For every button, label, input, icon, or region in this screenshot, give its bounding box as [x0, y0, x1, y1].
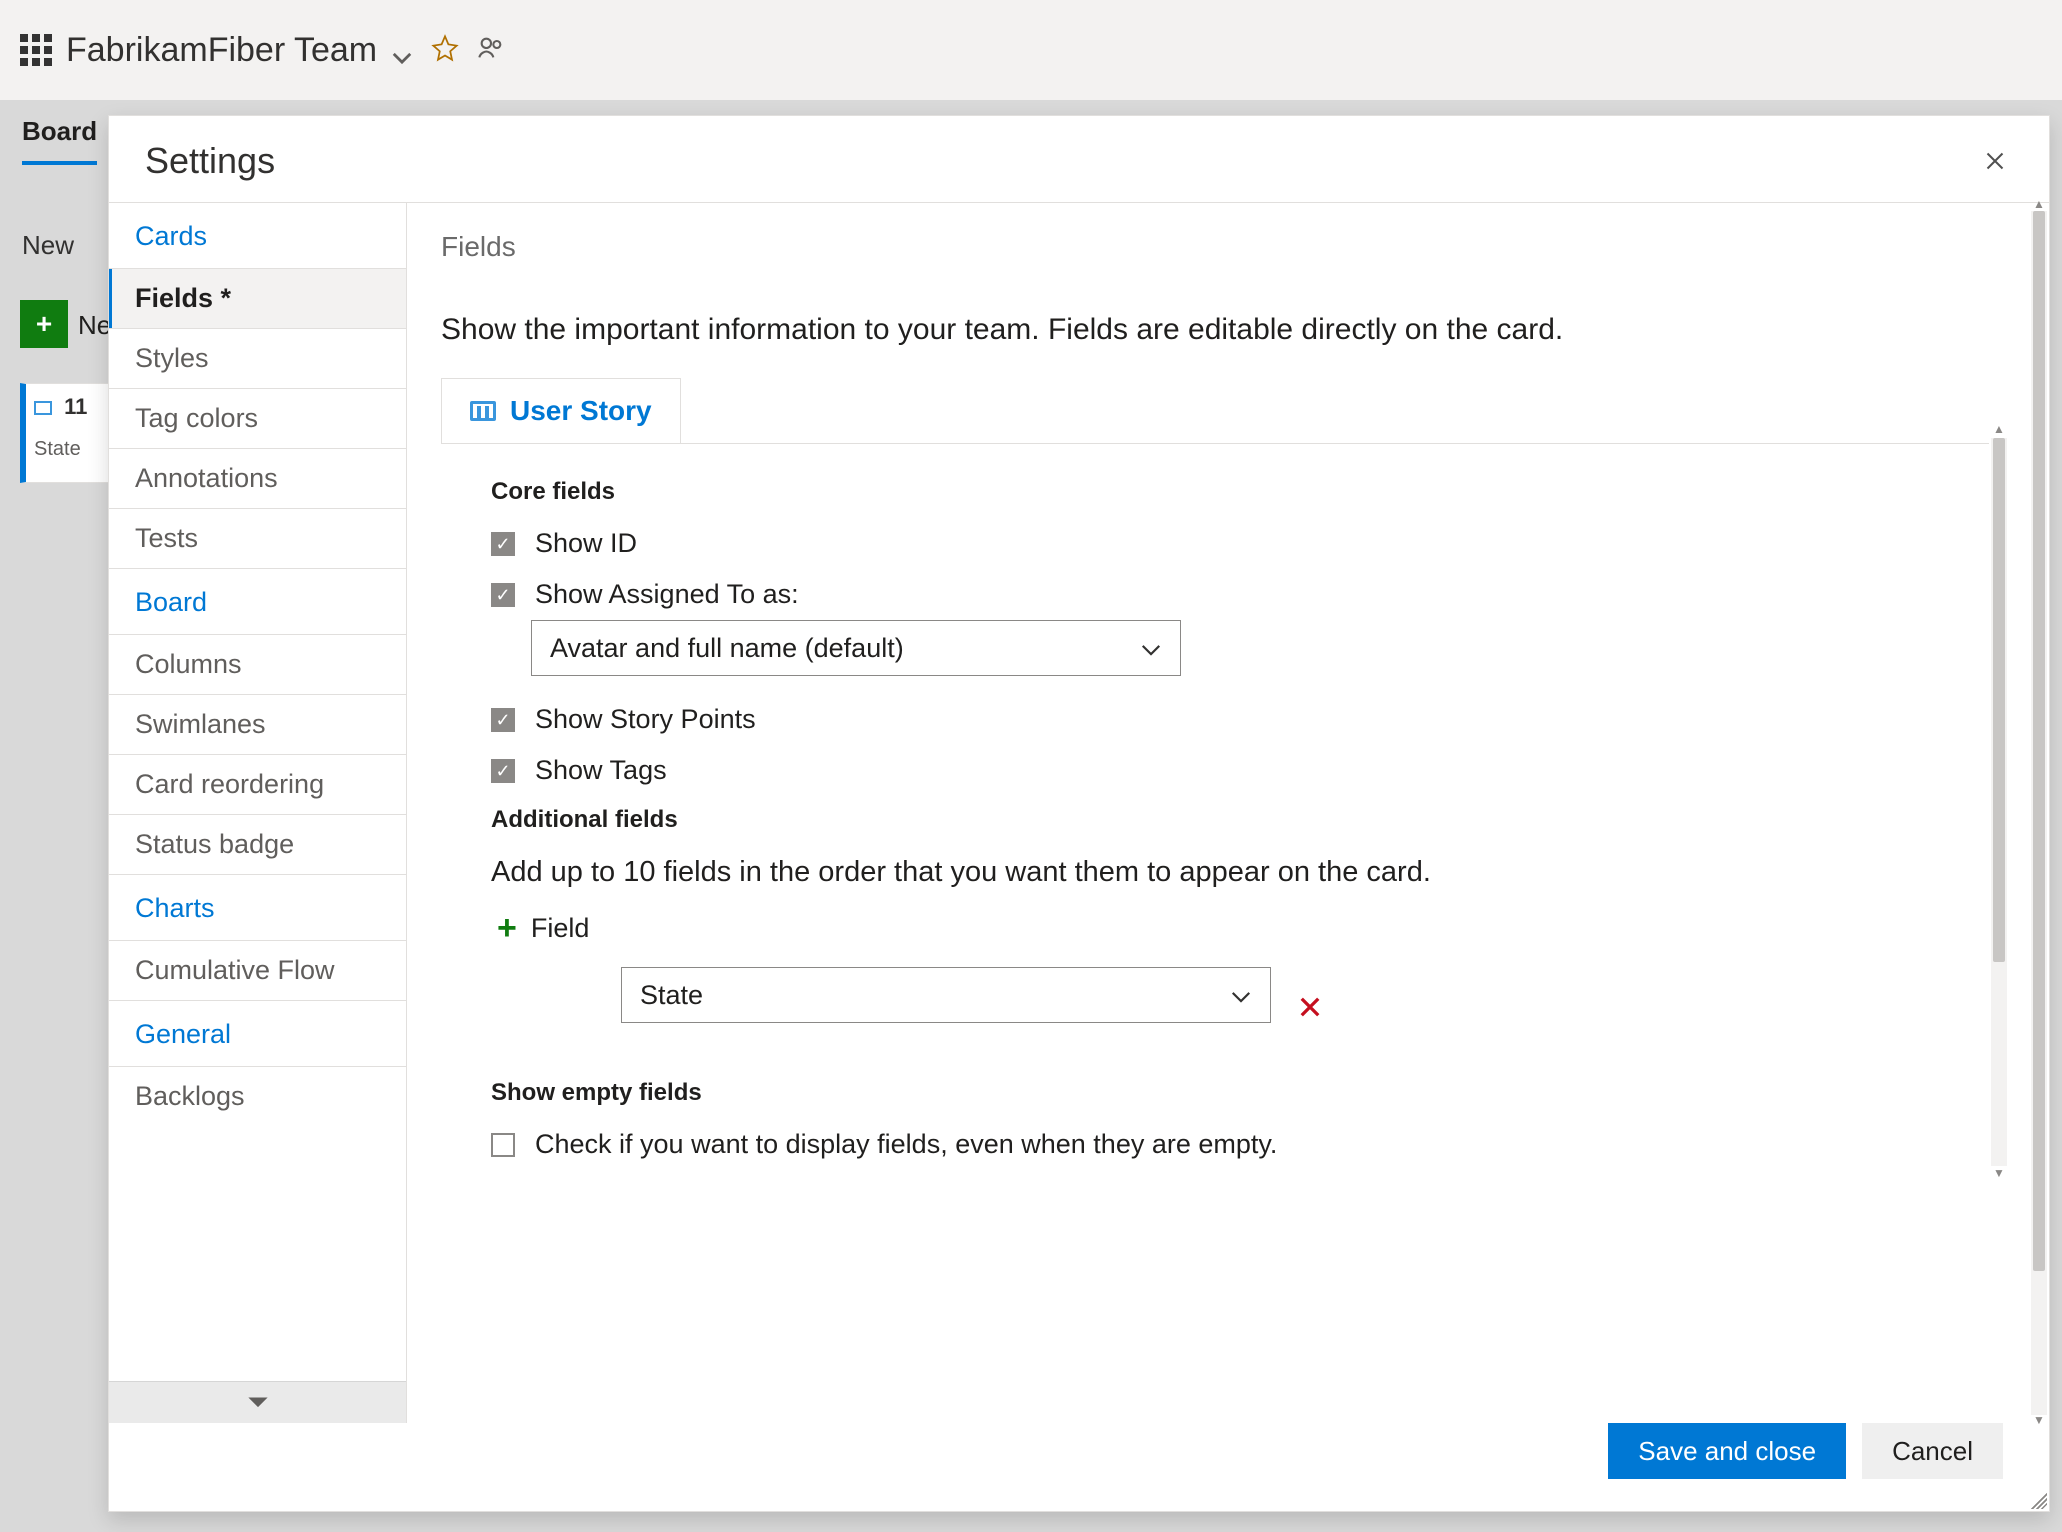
additional-fields-description: Add up to 10 fields in the order that yo…	[491, 856, 1989, 889]
tab-board[interactable]: Board	[22, 110, 97, 165]
scroll-down-icon: ▼	[1991, 1166, 2007, 1182]
team-members-icon[interactable]	[477, 34, 505, 67]
label-show-assigned-to: Show Assigned To as:	[535, 579, 799, 610]
settings-left-nav: Cards Fields * Styles Tag colors Annotat…	[109, 202, 407, 1423]
nav-item-columns[interactable]: Columns	[109, 634, 406, 694]
chevron-down-icon	[1140, 637, 1162, 659]
scroll-down-icon: ▼	[2031, 1413, 2047, 1429]
chevron-down-icon	[1230, 984, 1252, 1006]
add-work-item-label: Ne	[78, 310, 111, 341]
user-story-icon	[470, 401, 496, 421]
select-assigned-display[interactable]: Avatar and full name (default)	[531, 620, 1181, 676]
checkbox-show-id[interactable]	[491, 532, 515, 556]
card-id: 11	[64, 394, 87, 419]
nav-item-annotations[interactable]: Annotations	[109, 448, 406, 508]
scrollbar-thumb[interactable]	[2033, 211, 2045, 1271]
label-show-empty-fields: Check if you want to display fields, eve…	[535, 1129, 1277, 1160]
checkbox-show-empty-fields[interactable]	[491, 1133, 515, 1157]
board-card[interactable]: 11 State	[20, 383, 110, 483]
team-picker[interactable]: FabrikamFiber Team	[20, 31, 413, 70]
nav-scroll-down-button[interactable]	[109, 1381, 406, 1423]
additional-fields-heading: Additional fields	[491, 806, 1989, 834]
resize-handle[interactable]	[2027, 1489, 2047, 1509]
label-show-story-points: Show Story Points	[535, 704, 756, 735]
wit-tab-label: User Story	[510, 395, 652, 427]
nav-item-card-reordering[interactable]: Card reordering	[109, 754, 406, 814]
panel-description: Show the important information to your t…	[441, 313, 1989, 347]
team-name: FabrikamFiber Team	[66, 31, 377, 70]
form-scrollbar[interactable]: ▲ ▼	[1991, 438, 2007, 1166]
add-field-button[interactable]: + Field	[497, 911, 1989, 945]
remove-field-button[interactable]	[1289, 986, 1331, 1032]
nav-item-tag-colors[interactable]: Tag colors	[109, 388, 406, 448]
settings-panel: Fields Show the important information to…	[407, 202, 2049, 1423]
panel-scrollbar[interactable]: ▲ ▼	[2031, 211, 2047, 1415]
scroll-up-icon: ▲	[1991, 422, 2007, 438]
tab-user-story[interactable]: User Story	[441, 378, 681, 444]
core-fields-heading: Core fields	[491, 478, 1989, 506]
favorite-star-icon[interactable]	[431, 34, 459, 67]
nav-group-charts[interactable]: Charts	[109, 874, 406, 940]
card-state-label: State	[34, 438, 101, 461]
page-header: FabrikamFiber Team	[0, 0, 2062, 100]
add-work-item-button[interactable]: +	[20, 300, 68, 348]
story-icon	[34, 401, 52, 415]
add-field-label: Field	[531, 913, 590, 944]
close-button[interactable]	[1977, 143, 2013, 179]
nav-item-swimlanes[interactable]: Swimlanes	[109, 694, 406, 754]
panel-title: Fields	[441, 231, 1989, 263]
nav-item-backlogs[interactable]: Backlogs	[109, 1066, 406, 1126]
board-icon	[20, 34, 52, 66]
dialog-footer: Save and close Cancel	[109, 1423, 2049, 1511]
checkbox-show-assigned-to[interactable]	[491, 583, 515, 607]
checkbox-show-story-points[interactable]	[491, 708, 515, 732]
nav-item-status-badge[interactable]: Status badge	[109, 814, 406, 874]
nav-item-tests[interactable]: Tests	[109, 508, 406, 568]
cancel-button[interactable]: Cancel	[1862, 1423, 2003, 1479]
save-and-close-button[interactable]: Save and close	[1608, 1423, 1846, 1479]
label-show-id: Show ID	[535, 528, 637, 559]
nav-group-cards[interactable]: Cards	[109, 203, 406, 268]
select-added-field[interactable]: State	[621, 967, 1271, 1023]
dialog-title: Settings	[145, 140, 275, 182]
label-show-tags: Show Tags	[535, 755, 667, 786]
nav-group-board[interactable]: Board	[109, 568, 406, 634]
nav-group-general[interactable]: General	[109, 1000, 406, 1066]
scrollbar-thumb[interactable]	[1993, 438, 2005, 962]
nav-item-cumulative-flow[interactable]: Cumulative Flow	[109, 940, 406, 1000]
select-added-field-value: State	[640, 980, 703, 1011]
dialog-header: Settings	[109, 116, 2049, 202]
nav-item-styles[interactable]: Styles	[109, 328, 406, 388]
nav-item-fields[interactable]: Fields *	[109, 268, 406, 328]
settings-dialog: Settings Cards Fields * Styles Tag color…	[108, 115, 2050, 1512]
show-empty-fields-heading: Show empty fields	[491, 1079, 1989, 1107]
plus-icon: +	[497, 911, 517, 945]
column-header-new: New	[22, 230, 74, 261]
select-assigned-value: Avatar and full name (default)	[550, 633, 904, 664]
checkbox-show-tags[interactable]	[491, 759, 515, 783]
chevron-down-icon	[391, 39, 413, 61]
